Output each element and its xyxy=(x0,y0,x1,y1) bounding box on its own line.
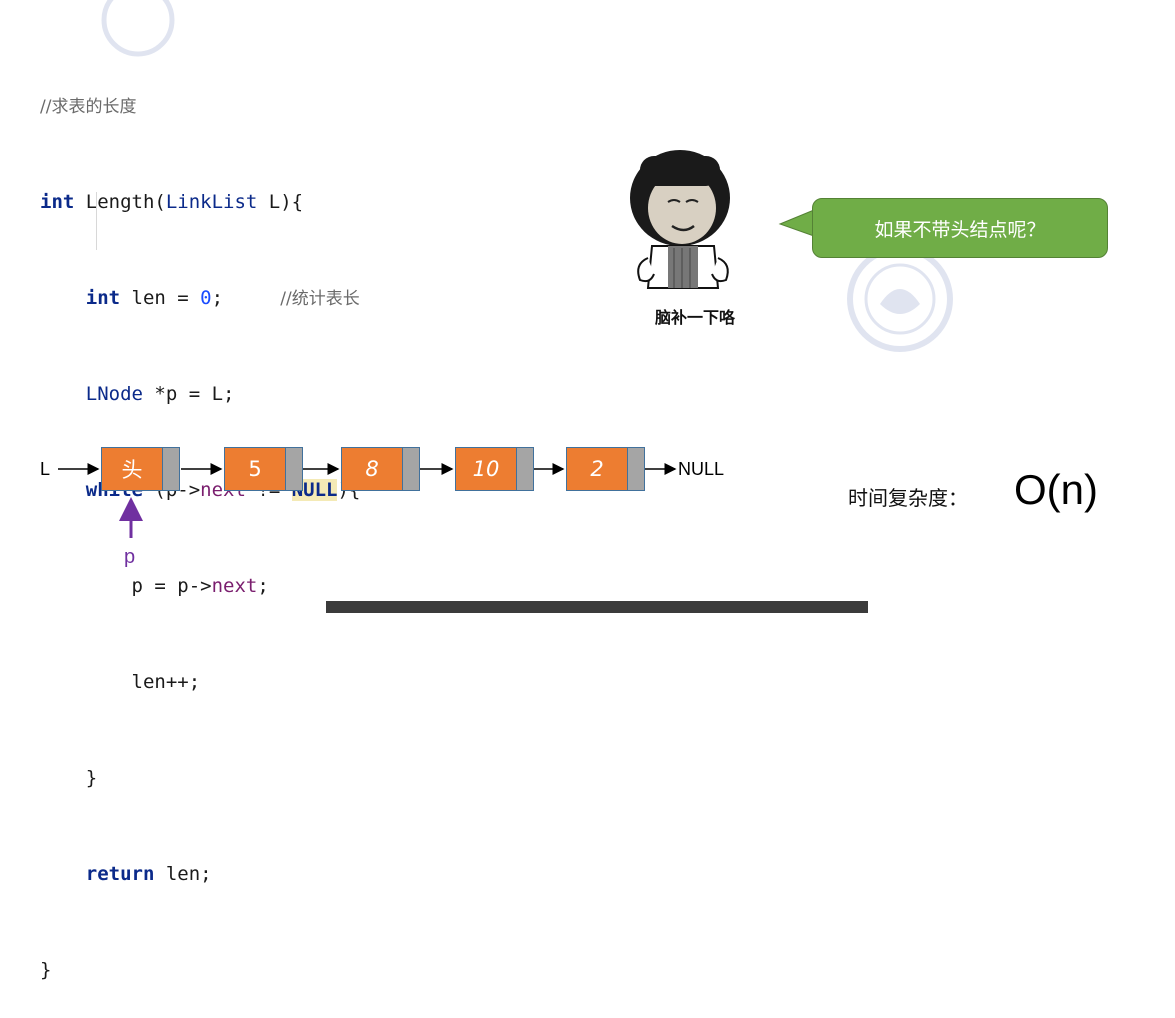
node-data: 5 xyxy=(224,447,286,491)
node-data: 8 xyxy=(341,447,403,491)
node-pointer-cell xyxy=(403,447,420,491)
node-pointer-cell xyxy=(286,447,303,491)
keyword-return: return xyxy=(85,863,155,885)
speech-bubble: 如果不带头结点呢？ xyxy=(812,198,1108,258)
code-line-10: } xyxy=(40,954,360,986)
bottom-bar xyxy=(326,601,868,613)
list-node-2: 5 xyxy=(224,447,303,491)
list-node-4: 10 xyxy=(455,447,534,491)
node-data: 头 xyxy=(101,447,163,491)
bubble-text: 如果不带头结点呢？ xyxy=(874,218,1046,241)
code-line-8: } xyxy=(40,762,360,794)
list-node-5: 2 xyxy=(566,447,645,491)
list-node-3: 8 xyxy=(341,447,420,491)
list-node-1: 头 xyxy=(101,447,180,491)
code-line-7: len++; xyxy=(40,666,360,698)
watermark-seal-icon xyxy=(847,246,953,352)
len-increment: len++; xyxy=(131,671,201,693)
pointer-p-label: p xyxy=(124,546,136,568)
complexity-value: O(n) xyxy=(1014,466,1098,513)
complexity-label: 时间复杂度： xyxy=(848,486,968,510)
node-pointer-cell xyxy=(517,447,534,491)
node-pointer-cell xyxy=(628,447,645,491)
null-label: NULL xyxy=(678,459,725,479)
brace-close-inner: } xyxy=(85,767,98,789)
linked-list-arrows xyxy=(58,463,677,538)
brace-close-outer: } xyxy=(40,959,52,981)
node-data: 2 xyxy=(566,447,628,491)
node-pointer-cell xyxy=(163,447,180,491)
return-statement: len; xyxy=(154,863,212,885)
code-line-9: return len; xyxy=(40,858,360,890)
node-data: 10 xyxy=(455,447,517,491)
